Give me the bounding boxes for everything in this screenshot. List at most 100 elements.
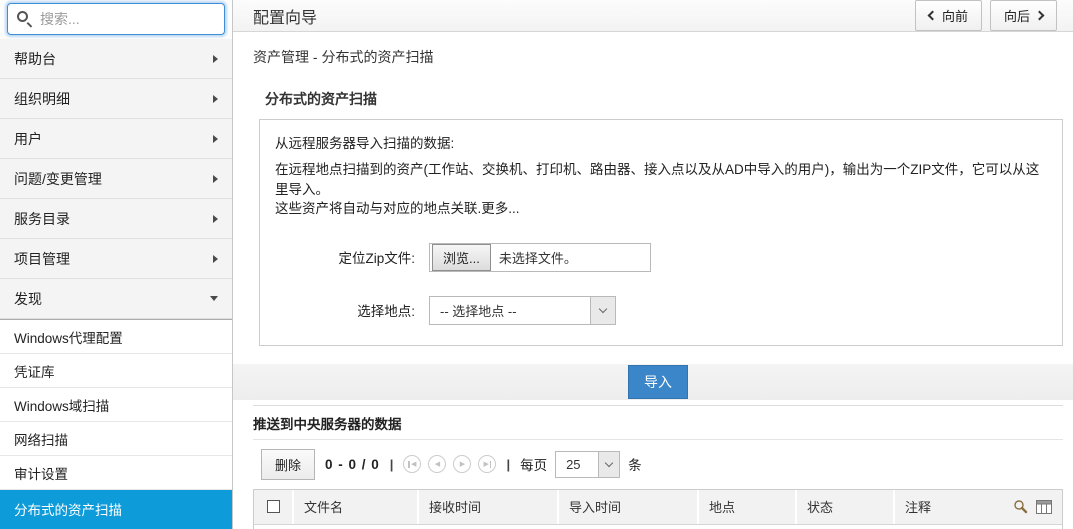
sidebar-item-helpdesk[interactable]: 帮助台 <box>0 39 232 79</box>
chevron-right-icon <box>213 54 218 63</box>
per-page-control: 每页 25 条 <box>520 450 642 478</box>
per-page-label: 每页 <box>520 458 548 474</box>
sidebar-item-problem-change[interactable]: 问题/变更管理 <box>0 159 232 199</box>
search-input[interactable] <box>7 3 225 35</box>
zip-file-label: 定位Zip文件: <box>338 251 415 267</box>
column-header-received-time[interactable]: 接收时间 <box>419 489 559 524</box>
table-header-icons <box>1013 499 1052 514</box>
table-empty-message: 没有数据被导入到中央服务器。 <box>254 524 1062 529</box>
sidebar-item-windows-domain-scan[interactable]: Windows域扫描 <box>0 388 232 422</box>
zip-file-row: 定位Zip文件: 浏览... 未选择文件。 <box>275 242 1047 272</box>
sidebar-search-area <box>0 0 232 39</box>
pagination-range: 0 - 0 / 0 <box>325 456 380 472</box>
toolbar-divider: | <box>506 456 511 472</box>
sidebar-item-label: 网络扫描 <box>14 432 68 448</box>
chevron-down-icon <box>210 296 218 301</box>
sidebar-item-label: 审计设置 <box>14 466 68 482</box>
sidebar-item-label: 帮助台 <box>14 50 56 67</box>
wizard-header: 配置向导 向前 向后 <box>233 0 1073 32</box>
sidebar-item-network-scan[interactable]: 网络扫描 <box>0 422 232 456</box>
select-arrow-box[interactable] <box>590 296 615 324</box>
intro-text-line2: 这些资产将自动与对应的地点关联.更多... <box>275 201 520 217</box>
site-select[interactable]: -- 选择地点 -- <box>429 295 616 325</box>
chevron-right-icon <box>213 94 218 103</box>
zip-file-input[interactable]: 浏览... 未选择文件。 <box>429 242 651 272</box>
section-title: 分布式的资产扫描 <box>265 91 377 107</box>
select-arrow-box[interactable] <box>598 451 620 477</box>
chevron-right-icon <box>213 214 218 223</box>
site-select-value: -- 选择地点 -- <box>440 303 517 319</box>
pager: ◀ ◀ ▶ ▶ <box>403 455 497 474</box>
next-button[interactable]: 向后 <box>989 0 1057 31</box>
column-header-comment[interactable]: 注释 <box>895 489 1062 524</box>
intro-heading: 从远程服务器导入扫描的数据: <box>275 136 455 151</box>
select-all-checkbox[interactable] <box>266 500 280 514</box>
chevron-left-icon <box>927 10 938 21</box>
chevron-right-icon <box>213 174 218 183</box>
toolbar-divider: | <box>389 456 394 472</box>
pushed-data-section-title: 推送到中央服务器的数据 <box>253 404 1063 440</box>
sidebar-item-users[interactable]: 用户 <box>0 119 232 159</box>
sidebar-item-label: 凭证库 <box>14 364 55 380</box>
column-header-site[interactable]: 地点 <box>699 489 797 524</box>
pushed-data-table: 文件名 接收时间 导入时间 地点 状态 注释 <box>253 488 1063 529</box>
sidebar-item-label: 分布式的资产扫描 <box>14 503 122 518</box>
sidebar: 帮助台 组织明细 用户 问题/变更管理 服务目录 项目管理 发现 <box>0 0 233 529</box>
per-page-select[interactable]: 25 <box>555 450 621 478</box>
chevron-right-icon <box>1034 10 1045 21</box>
column-search-icon[interactable] <box>1013 499 1028 514</box>
sidebar-item-service-catalog[interactable]: 服务目录 <box>0 199 232 239</box>
app-window: 帮助台 组织明细 用户 问题/变更管理 服务目录 项目管理 发现 <box>0 0 1073 529</box>
sidebar-item-windows-agent-config[interactable]: Windows代理配置 <box>0 320 232 354</box>
import-button-bar: 导入 <box>233 363 1073 400</box>
site-label: 选择地点: <box>357 304 415 320</box>
sidebar-item-label: 发现 <box>14 290 42 307</box>
sidebar-item-project-mgmt[interactable]: 项目管理 <box>0 239 232 279</box>
previous-button-label: 向前 <box>941 9 968 24</box>
import-button[interactable]: 导入 <box>628 364 688 399</box>
site-row: 选择地点: -- 选择地点 -- <box>275 295 1047 325</box>
chevron-right-icon <box>213 134 218 143</box>
intro-text-line1: 在远程地点扫描到的资产(工作站、交换机、打印机、路由器、接入点以及从AD中导入的… <box>275 162 1040 197</box>
first-page-icon[interactable]: ◀ <box>403 455 422 474</box>
sidebar-item-credential-library[interactable]: 凭证库 <box>0 354 232 388</box>
column-header-status[interactable]: 状态 <box>797 489 895 524</box>
import-form-panel: 从远程服务器导入扫描的数据: 在远程地点扫描到的资产(工作站、交换机、打印机、路… <box>259 119 1063 346</box>
select-all-cell <box>254 489 294 524</box>
last-page-icon[interactable]: ▶ <box>478 455 497 474</box>
column-header-import-time[interactable]: 导入时间 <box>559 489 699 524</box>
table-header-row: 文件名 接收时间 导入时间 地点 状态 注释 <box>254 489 1062 525</box>
previous-button[interactable]: 向前 <box>914 0 982 31</box>
sidebar-item-org-details[interactable]: 组织明细 <box>0 79 232 119</box>
chevron-down-icon <box>598 304 608 313</box>
discovery-submenu: Windows代理配置 凭证库 Windows域扫描 网络扫描 审计设置 分布式… <box>0 319 232 529</box>
previous-page-icon[interactable]: ◀ <box>428 455 447 474</box>
sidebar-item-distributed-asset-scan[interactable]: 分布式的资产扫描 <box>0 490 232 529</box>
next-page-icon[interactable]: ▶ <box>453 455 472 474</box>
chevron-down-icon <box>604 458 614 467</box>
column-chooser-icon[interactable] <box>1036 499 1052 514</box>
sidebar-item-label: 用户 <box>14 130 42 147</box>
sidebar-item-label: 项目管理 <box>14 250 70 267</box>
sidebar-item-discovery[interactable]: 发现 <box>0 279 232 319</box>
page-title: 配置向导 <box>253 9 318 27</box>
breadcrumb: 资产管理 - 分布式的资产扫描 <box>253 49 434 65</box>
per-page-unit: 条 <box>628 458 642 474</box>
browse-button[interactable]: 浏览... <box>432 243 491 271</box>
sidebar-item-audit-settings[interactable]: 审计设置 <box>0 456 232 490</box>
column-header-comment-label: 注释 <box>905 500 932 516</box>
sidebar-item-label: 组织明细 <box>14 90 70 107</box>
search-icon <box>17 11 28 22</box>
main-area: 配置向导 向前 向后 资产管理 - 分布式的资产扫描 分布式的资产扫描 从远程服… <box>233 0 1073 529</box>
main-content: 资产管理 - 分布式的资产扫描 分布式的资产扫描 从远程服务器导入扫描的数据: … <box>233 32 1073 529</box>
sidebar-item-label: 问题/变更管理 <box>14 170 102 187</box>
sidebar-item-label: Windows域扫描 <box>14 398 110 414</box>
chevron-right-icon <box>213 254 218 263</box>
sidebar-item-label: Windows代理配置 <box>14 330 123 346</box>
column-header-filename[interactable]: 文件名 <box>294 489 419 524</box>
table-toolbar: 删除 0 - 0 / 0 | ◀ ◀ ▶ ▶ | 每页 25 条 <box>253 440 1063 489</box>
delete-button[interactable]: 删除 <box>261 448 316 480</box>
next-button-label: 向后 <box>1003 9 1030 24</box>
no-file-selected-text: 未选择文件。 <box>498 250 577 266</box>
sidebar-item-label: 服务目录 <box>14 210 70 227</box>
